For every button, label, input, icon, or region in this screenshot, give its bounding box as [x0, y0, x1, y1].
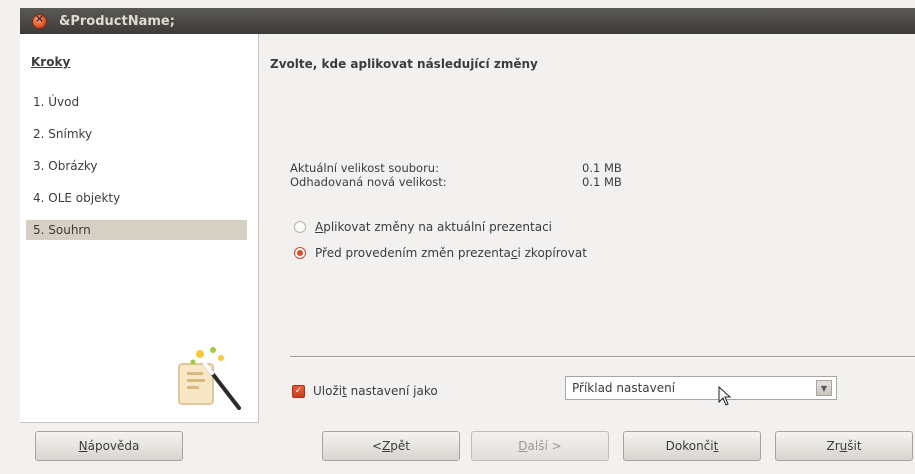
- step-summary[interactable]: 5. Souhrn: [26, 220, 247, 240]
- cancel-button[interactable]: Zr u šit: [775, 431, 913, 461]
- separator: [290, 356, 915, 358]
- estimated-size-label: Odhadovaná nová velikost:: [290, 175, 447, 189]
- page-heading: Zvolte, kde aplikovat následující změny: [270, 57, 538, 71]
- window-title: &ProductName;: [59, 13, 175, 29]
- chevron-down-icon[interactable]: ▼: [816, 380, 832, 396]
- save-settings-checkbox-row[interactable]: ✓ Uložit nastavení jako: [292, 384, 438, 398]
- close-icon[interactable]: [32, 12, 47, 29]
- step-slides[interactable]: 2. Snímky: [20, 124, 258, 144]
- size-info: Aktuální velikost souboru: 0.1 MB Odhado…: [290, 161, 622, 189]
- next-button[interactable]: Další >: [471, 431, 609, 461]
- settings-name-value[interactable]: Příklad nastavení: [572, 381, 675, 395]
- current-size-label: Aktuální velikost souboru:: [290, 161, 439, 175]
- radio-button-checked[interactable]: [294, 247, 306, 259]
- finish-button[interactable]: Dokonči t: [623, 431, 761, 461]
- steps-title: Kroky: [31, 55, 71, 69]
- settings-name-combobox[interactable]: Příklad nastavení ▼: [565, 376, 837, 400]
- save-settings-label: Uložit nastavení jako: [313, 384, 438, 398]
- steps-list: 1. Úvod 2. Snímky 3. Obrázky 4. OLE obje…: [20, 92, 258, 252]
- mouse-cursor-icon: [718, 386, 732, 406]
- estimated-size-value: 0.1 MB: [582, 175, 622, 189]
- wizard-window: Kroky 1. Úvod 2. Snímky 3. Obrázky 4. OL…: [20, 34, 915, 474]
- radio-copy-label: Před provedením změn prezentaci zkopírov…: [315, 246, 587, 260]
- steps-sidebar: Kroky 1. Úvod 2. Snímky 3. Obrázky 4. OL…: [20, 34, 259, 423]
- title-bar: &ProductName;: [20, 8, 915, 34]
- radio-copy-first[interactable]: Před provedením změn prezentaci zkopírov…: [294, 246, 587, 260]
- back-button[interactable]: < Zpět: [322, 431, 460, 461]
- wizard-wand-icon: [178, 347, 241, 410]
- radio-button[interactable]: [294, 221, 306, 233]
- step-images[interactable]: 3. Obrázky: [20, 156, 258, 176]
- current-size-value: 0.1 MB: [582, 161, 622, 175]
- step-ole-objects[interactable]: 4. OLE objekty: [20, 188, 258, 208]
- radio-apply-label: Aplikovat změny na aktuální prezentaci: [315, 220, 553, 234]
- radio-apply-current[interactable]: Aplikovat změny na aktuální prezentaci: [294, 220, 552, 234]
- save-settings-checkbox[interactable]: ✓: [292, 384, 305, 398]
- step-intro[interactable]: 1. Úvod: [20, 92, 258, 112]
- help-button[interactable]: Nápověda: [35, 431, 183, 461]
